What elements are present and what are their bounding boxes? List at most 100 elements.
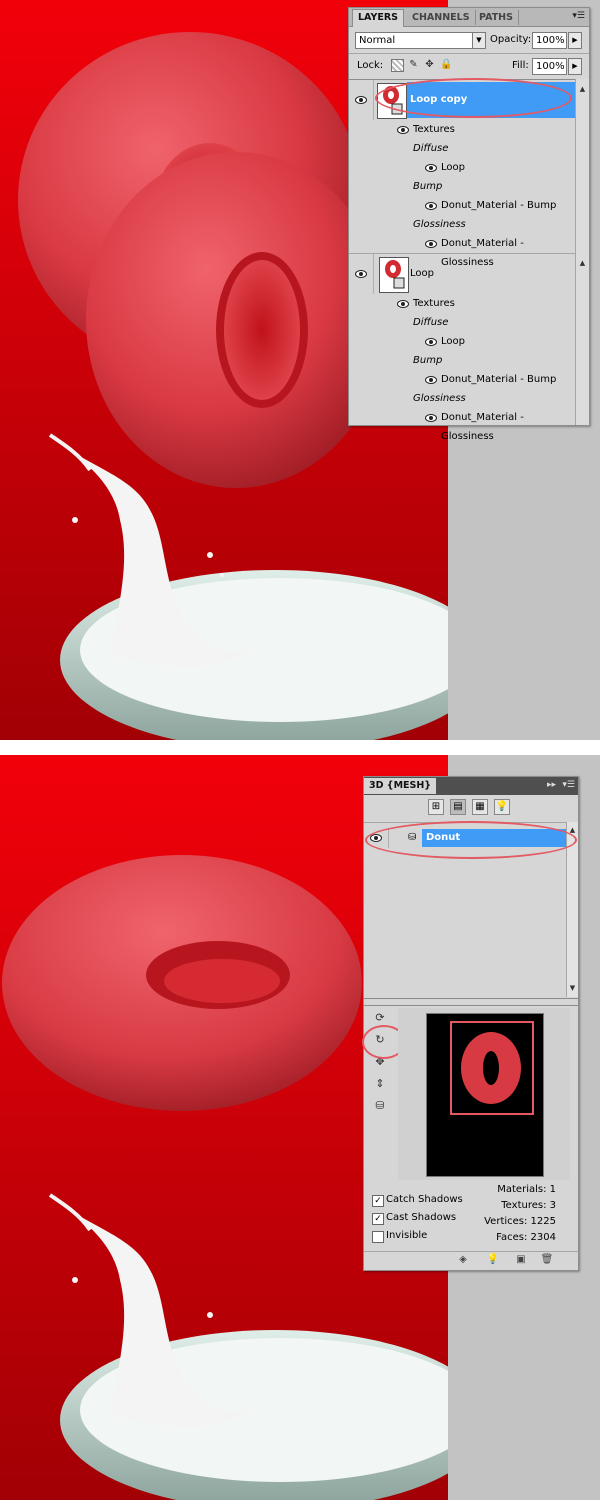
eye-icon[interactable] [425,376,437,384]
layer-row-loop[interactable]: Loop [349,254,575,294]
scale-mesh-tool-icon[interactable]: ⛁ [370,1098,390,1114]
3d-mesh-panel: 3D {MESH} ▸▸ ▾☰ ⊞ ▤ ▦ 💡 ⛁ Donut ▲ ▼ ⟳ ↻ … [362,776,579,1271]
scene-filter-icon[interactable]: ⊞ [428,799,444,815]
cast-shadows-label: Cast Shadows [386,1212,457,1223]
visibility-column [349,80,374,120]
bump-label: Bump [413,355,443,366]
fill-arrow-icon[interactable]: ▶ [568,58,582,75]
texture-item-bump[interactable]: Donut_Material - Bump [349,196,575,215]
mesh-panel-tabbar: 3D {MESH} ▸▸ ▾☰ [364,777,578,795]
texture-group-bump: Bump [349,351,575,370]
texture-item-glossiness[interactable]: Donut_Material - Glossiness [349,234,575,268]
layer-list: Loop copy Textures Diffuse Loop Bump Don… [349,79,575,442]
eye-icon[interactable] [425,164,437,172]
glossiness-label: Glossiness [413,393,466,404]
textures-label: Textures [413,124,455,135]
texture-name: Donut_Material - Bump [441,200,557,211]
toggle-lights-icon[interactable]: 💡 [486,1254,500,1266]
layers-scrollbar[interactable]: ▲ ▲ [575,79,589,425]
cast-shadows-checkbox[interactable]: ✓ [372,1213,384,1225]
texture-group-glossiness: Glossiness [349,389,575,408]
invisible-label: Invisible [386,1230,428,1241]
faces-count: Faces: 2304 [496,1232,556,1243]
tab-layers[interactable]: LAYERS [352,9,405,27]
divider [349,53,589,54]
tab-3d-mesh[interactable]: 3D {MESH} [364,778,437,794]
light-filter-icon[interactable]: 💡 [494,799,510,815]
scroll-down-arrow-icon[interactable]: ▼ [568,984,577,993]
highlight-oval [375,78,572,118]
lock-pixels-brush-icon[interactable]: ✎ [408,59,419,70]
separator [0,740,600,755]
eye-icon[interactable] [355,270,367,278]
highlight-oval [365,821,577,859]
eye-icon[interactable] [397,300,409,308]
eye-icon[interactable] [425,414,437,422]
texture-name: Loop [441,162,465,173]
texture-name: Donut_Material - Bump [441,374,557,385]
diffuse-label: Diffuse [413,317,449,328]
tab-channels[interactable]: CHANNELS [407,10,476,25]
texture-group-diffuse: Diffuse [349,313,575,332]
invisible-checkbox[interactable] [372,1231,384,1243]
chevron-down-icon: ▼ [472,33,485,48]
lock-label: Lock: [357,60,384,71]
slide-mesh-tool-icon[interactable]: ⇕ [370,1076,390,1092]
panel-menu-icon[interactable]: ▾☰ [572,11,585,21]
new-light-icon[interactable]: ▣ [514,1254,528,1266]
layer-textures-row[interactable]: Textures [349,120,575,139]
fill-input[interactable]: 100% [532,58,567,75]
mesh-filter-icon[interactable]: ▤ [450,799,466,815]
lock-all-padlock-icon[interactable]: 🔒 [440,59,452,70]
mesh-list-scrollbar[interactable]: ▲ ▼ [566,822,578,997]
texture-group-diffuse: Diffuse [349,139,575,158]
texture-item-loop[interactable]: Loop [349,332,575,351]
texture-name: Donut_Material - Glossiness [441,412,524,442]
textures-label: Textures [413,298,455,309]
mesh-panel-footer: ◈ 💡 ▣ 🗑 [364,1251,578,1270]
lock-transparency-icon[interactable] [391,59,404,72]
material-filter-icon[interactable]: ▦ [472,799,488,815]
materials-count: Materials: 1 [497,1184,556,1195]
collapse-double-arrow-icon[interactable]: ▸▸ [547,780,556,790]
scroll-up-arrow-icon[interactable]: ▲ [578,259,587,268]
layers-panel-tabs: LAYERS CHANNELS PATHS ▾☰ [349,8,589,27]
textures-count: Textures: 3 [501,1200,556,1211]
layer-textures-row[interactable]: Textures [349,294,575,313]
panel-splitter[interactable] [364,998,578,1006]
blend-mode-select[interactable]: Normal ▼ [355,32,486,49]
visibility-column [349,254,374,294]
eye-icon[interactable] [425,338,437,346]
layer-name-loop: Loop [410,268,434,279]
opacity-label: Opacity: [490,34,532,45]
bottom-margin [0,1500,600,1512]
scroll-up-arrow-icon[interactable]: ▲ [578,85,587,94]
texture-name: Loop [441,336,465,347]
texture-item-loop[interactable]: Loop [349,158,575,177]
vertices-count: Vertices: 1225 [484,1216,556,1227]
diffuse-label: Diffuse [413,143,449,154]
catch-shadows-checkbox[interactable]: ✓ [372,1195,384,1207]
texture-group-glossiness: Glossiness [349,215,575,234]
texture-item-bump[interactable]: Donut_Material - Bump [349,370,575,389]
bump-label: Bump [413,181,443,192]
opacity-arrow-icon[interactable]: ▶ [568,32,582,49]
panel-menu-icon[interactable]: ▾☰ [562,780,575,790]
tab-paths[interactable]: PATHS [474,10,519,25]
catch-shadows-label: Catch Shadows [386,1194,463,1205]
blend-mode-value: Normal [359,35,396,46]
eye-icon[interactable] [425,240,437,248]
lock-position-move-icon[interactable]: ✥ [424,59,435,70]
3d-filter-toolbar: ⊞ ▤ ▦ 💡 [364,795,578,817]
texture-item-glossiness[interactable]: Donut_Material - Glossiness [349,408,575,442]
opacity-input[interactable]: 100% [532,32,567,49]
layers-panel: LAYERS CHANNELS PATHS ▾☰ Normal ▼ Opacit… [348,7,590,442]
fill-label: Fill: [512,60,529,71]
eye-icon[interactable] [425,202,437,210]
toggle-ground-plane-icon[interactable]: ◈ [456,1254,470,1266]
rotate-mesh-tool-icon[interactable]: ⟳ [370,1010,390,1026]
eye-icon[interactable] [355,96,367,104]
layer-thumbnail-3d-icon [379,257,409,293]
eye-icon[interactable] [397,126,409,134]
trash-icon[interactable]: 🗑 [540,1254,554,1266]
